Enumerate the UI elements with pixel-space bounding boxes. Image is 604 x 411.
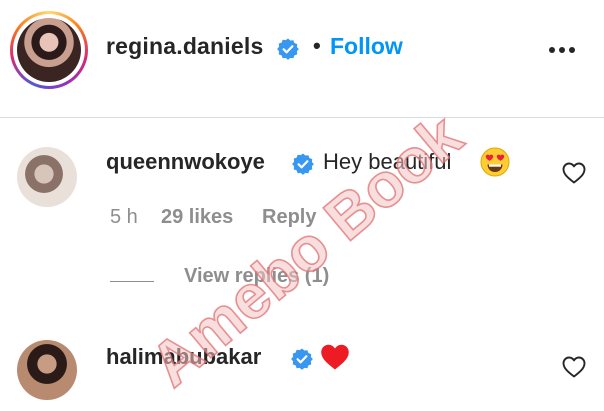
red-heart-icon: [321, 344, 349, 370]
comment-username[interactable]: queennwokoye: [106, 149, 265, 175]
commenter-avatar[interactable]: [17, 147, 77, 207]
verified-badge-icon: [291, 348, 313, 370]
comment-likes[interactable]: 29 likes: [161, 206, 233, 229]
post-header: regina.daniels • Follow: [0, 0, 604, 118]
follow-button[interactable]: Follow: [330, 33, 403, 60]
owner-avatar-image: [17, 18, 81, 82]
comment-username[interactable]: halimabubakar: [106, 344, 261, 370]
like-heart-icon[interactable]: [562, 162, 586, 184]
header-separator: •: [313, 33, 321, 58]
like-heart-icon[interactable]: [562, 356, 586, 378]
owner-avatar[interactable]: [10, 11, 88, 89]
owner-username[interactable]: regina.daniels: [106, 33, 263, 60]
smiling-face-heart-eyes-icon: [480, 147, 510, 177]
commenter-avatar[interactable]: [17, 340, 77, 400]
comment-time: 5 h: [110, 206, 138, 228]
verified-badge-icon: [292, 153, 314, 175]
more-horizontal-icon[interactable]: [548, 46, 576, 54]
replies-divider: [110, 281, 154, 282]
comment-text: Hey beautiful: [323, 149, 452, 174]
reply-button[interactable]: Reply: [262, 206, 316, 229]
verified-badge-icon: [277, 38, 299, 60]
view-replies-button[interactable]: View replies (1): [184, 265, 329, 288]
